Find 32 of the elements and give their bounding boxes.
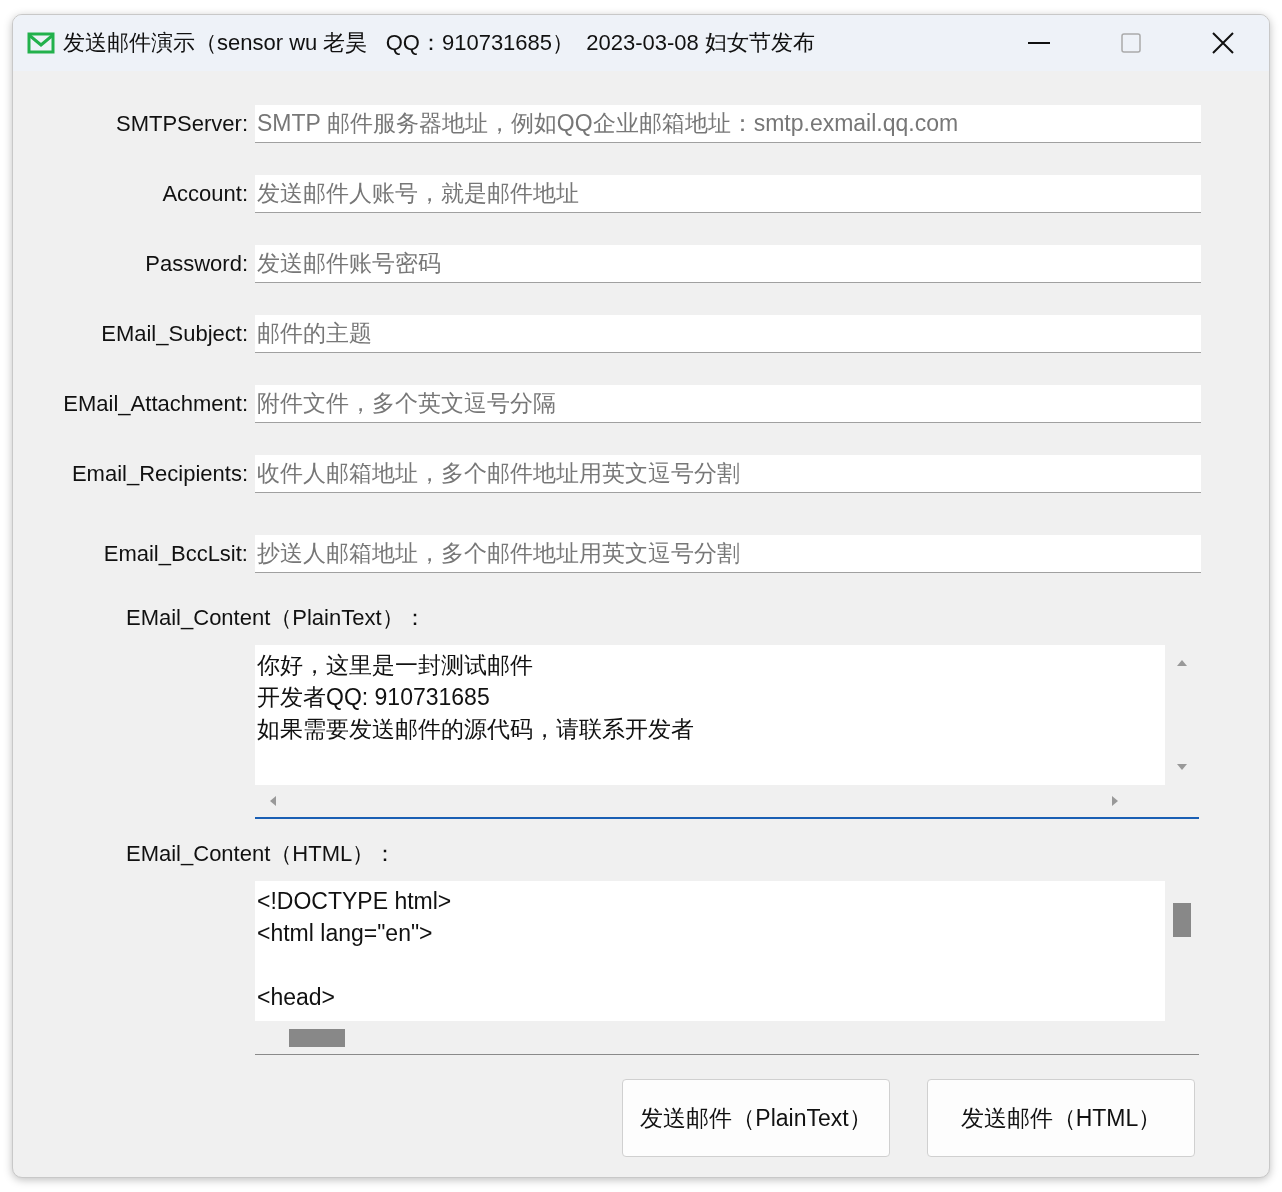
- field-label: EMail_Attachment:: [62, 391, 248, 417]
- text-line: 如果需要发送邮件的源代码，请联系开发者: [257, 715, 695, 744]
- scroll-thumb[interactable]: [289, 1028, 345, 1047]
- field-label: Password:: [144, 251, 248, 277]
- content-label: EMail_Content（PlainText）：: [126, 604, 427, 632]
- text-line: <html lang="en">: [257, 919, 434, 948]
- text-line: <head>: [257, 983, 337, 1012]
- envelope-icon: [27, 32, 55, 54]
- field-label: EMail_Subject:: [100, 321, 248, 347]
- input-field[interactable]: 抄送人邮箱地址，多个邮件地址用英文逗号分割: [255, 535, 1201, 573]
- input-field[interactable]: SMTP 邮件服务器地址，例如QQ企业邮箱地址：smtp.exmail.qq.com: [255, 105, 1201, 143]
- send-button[interactable]: 发送邮件（HTML）: [927, 1079, 1195, 1157]
- input-field[interactable]: 收件人邮箱地址，多个邮件地址用英文逗号分割: [255, 455, 1201, 493]
- text-line: 你好，这里是一封测试邮件: [257, 651, 534, 680]
- text-area[interactable]: <!DOCTYPE html> <html lang="en"> <head>: [255, 881, 1199, 1055]
- text-line: 开发者QQ: 910731685: [257, 683, 491, 712]
- text-line: <!DOCTYPE html>: [257, 887, 453, 916]
- content-label: EMail_Content（HTML）：: [126, 840, 398, 868]
- maximize-icon[interactable]: [1121, 33, 1141, 53]
- field-label: Email_BccLsit:: [102, 541, 248, 567]
- text-area[interactable]: 你好，这里是一封测试邮件 开发者QQ: 910731685 如果需要发送邮件的源代码，请联系开发者: [255, 645, 1199, 819]
- field-label: Account:: [161, 181, 248, 207]
- input-field[interactable]: 发送邮件账号密码: [255, 245, 1201, 283]
- send-button[interactable]: 发送邮件（PlainText）: [622, 1079, 890, 1157]
- input-field[interactable]: 附件文件，多个英文逗号分隔: [255, 385, 1201, 423]
- close-icon[interactable]: [1212, 32, 1234, 54]
- input-field[interactable]: 发送邮件人账号，就是邮件地址: [255, 175, 1201, 213]
- field-label: SMTPServer:: [114, 111, 248, 137]
- window-title: 发送邮件演示（sensor wu 老昊 QQ：910731685） 2023-03-08 妇女节发布: [63, 29, 816, 57]
- input-field[interactable]: 邮件的主题: [255, 315, 1201, 353]
- scroll-thumb[interactable]: [1173, 903, 1191, 937]
- field-label: Email_Recipients:: [70, 461, 248, 487]
